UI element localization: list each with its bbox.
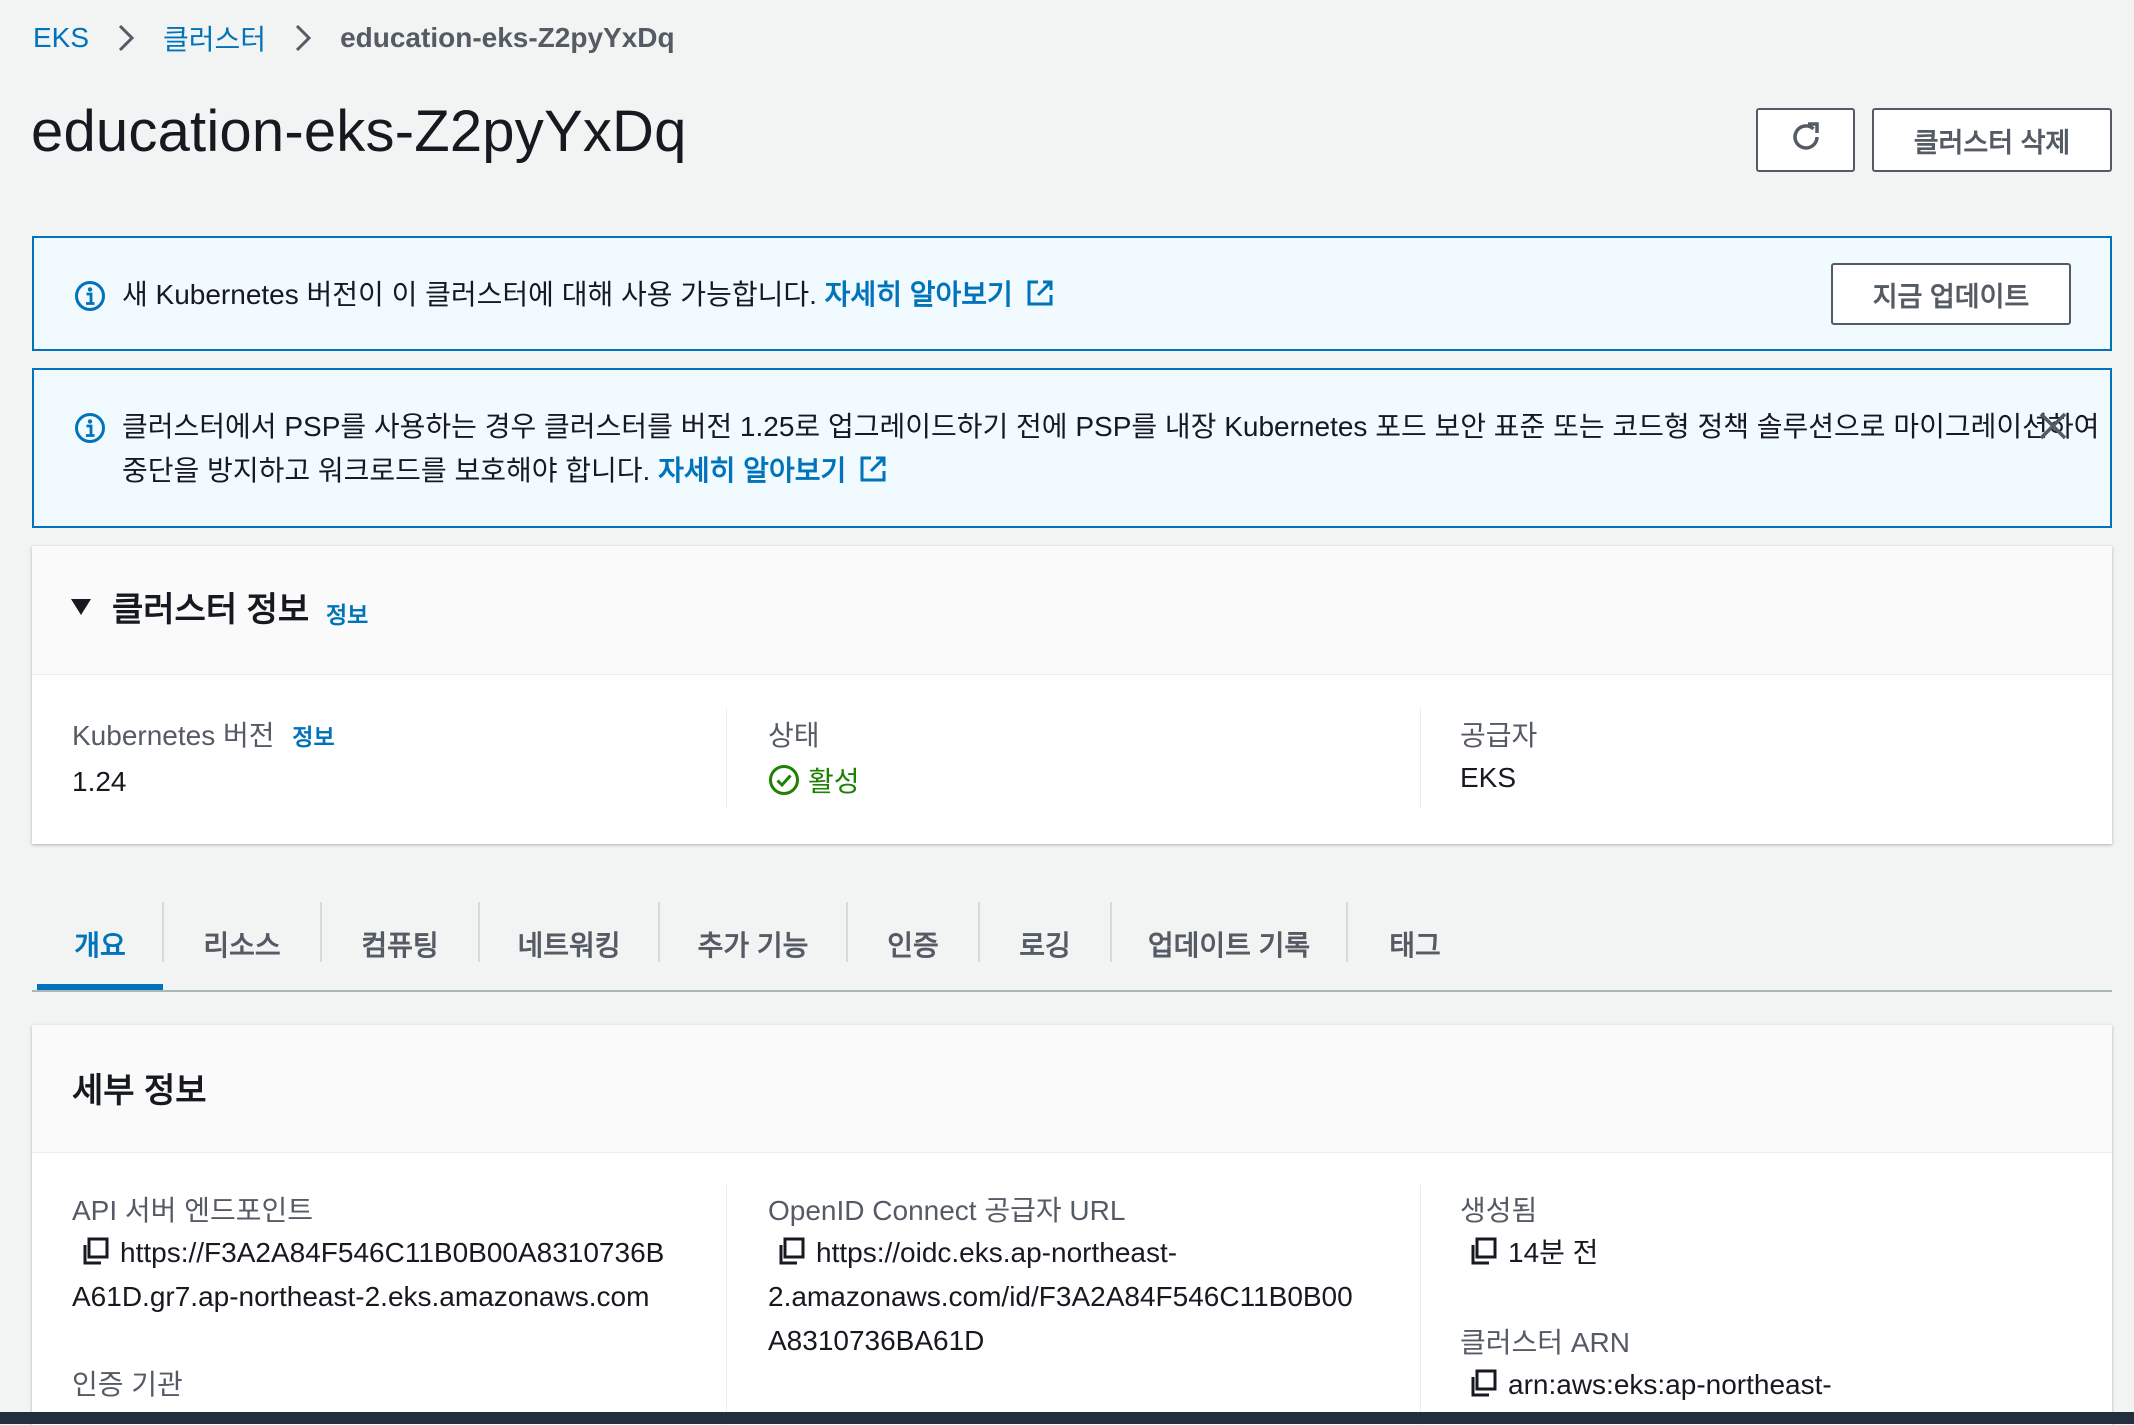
alert-message: 새 Kubernetes 버전이 이 클러스터에 대해 사용 가능합니다. [122, 279, 817, 310]
api-endpoint-label: API 서버 엔드포인트 [72, 1195, 314, 1226]
info-icon [74, 412, 106, 449]
chevron-right-icon [113, 18, 139, 58]
oidc-url-value: https://oidc.eks.ap-northeast- 2.amazona… [768, 1235, 1353, 1356]
cluster-arn-value: arn:aws:eks:ap-northeast- [1460, 1363, 1832, 1407]
tab-add-ons[interactable]: 추가 기능 [660, 898, 846, 990]
cluster-info-panel: 클러스터 정보 정보 Kubernetes 버전 정보 1.24 상태 활성 공… [32, 546, 2112, 844]
certificate-authority-label: 인증 기관 [72, 1369, 183, 1400]
divider [726, 708, 727, 808]
k8s-version-label: Kubernetes 버전 정보 [72, 720, 335, 751]
refresh-icon [1788, 119, 1824, 162]
details-panel: 세부 정보 API 서버 엔드포인트 https://F3A2A84F546C1… [32, 1025, 2112, 1425]
breadcrumb-eks-link[interactable]: EKS [33, 22, 89, 54]
bottom-bar [0, 1412, 2134, 1424]
status-label: 상태 [768, 720, 820, 751]
info-link[interactable]: 정보 [326, 596, 368, 630]
cluster-info-header: 클러스터 정보 정보 [32, 546, 2112, 675]
status-badge: 활성 [768, 760, 860, 800]
tab-compute[interactable]: 컴퓨팅 [322, 898, 478, 990]
copy-icon[interactable] [80, 1235, 110, 1265]
external-link-icon [854, 455, 888, 486]
created-label: 생성됨 [1460, 1195, 1538, 1226]
delete-cluster-button[interactable]: 클러스터 삭제 [1872, 108, 2112, 172]
tab-resources[interactable]: 리소스 [164, 898, 320, 990]
psp-alert: 클러스터에서 PSP를 사용하는 경우 클러스터를 버전 1.25로 업그레이드… [32, 368, 2112, 528]
breadcrumb-current: education-eks-Z2pyYxDq [340, 22, 675, 53]
divider [1420, 708, 1421, 808]
breadcrumb: EKS 클러스터 education-eks-Z2pyYxDq [33, 18, 675, 58]
oidc-url-label: OpenID Connect 공급자 URL [768, 1195, 1126, 1226]
external-link-icon [1021, 279, 1055, 310]
tab-tags[interactable]: 태그 [1348, 898, 1482, 990]
tab-overview[interactable]: 개요 [37, 898, 163, 990]
k8s-update-alert: 새 Kubernetes 버전이 이 클러스터에 대해 사용 가능합니다. 자세… [32, 236, 2112, 351]
check-circle-icon [768, 764, 808, 796]
cluster-arn-label: 클러스터 ARN [1460, 1327, 1630, 1358]
section-title: 세부 정보 [72, 1072, 207, 1110]
details-header: 세부 정보 [32, 1025, 2112, 1153]
copy-icon[interactable] [776, 1235, 806, 1265]
tab-networking[interactable]: 네트워킹 [480, 898, 658, 990]
learn-more-link[interactable]: 자세히 알아보기 [825, 279, 1055, 310]
section-title: 클러스터 정보 [112, 591, 310, 629]
active-tab-indicator [37, 984, 163, 990]
k8s-version-value: 1.24 [72, 766, 127, 797]
api-endpoint-value: https://F3A2A84F546C11B0B00A8310736B A61… [72, 1235, 665, 1312]
page-title: education-eks-Z2pyYxDq [31, 99, 687, 164]
info-icon [74, 280, 106, 317]
chevron-right-icon [290, 18, 316, 58]
info-link[interactable]: 정보 [292, 724, 334, 750]
caret-down-icon[interactable] [70, 598, 92, 621]
provider-label: 공급자 [1460, 720, 1538, 751]
divider [726, 1185, 727, 1425]
update-now-button[interactable]: 지금 업데이트 [1831, 263, 2071, 325]
tab-authentication[interactable]: 인증 [848, 898, 978, 990]
provider-value: EKS [1460, 762, 1517, 793]
copy-icon[interactable] [1468, 1235, 1498, 1265]
copy-icon[interactable] [1468, 1367, 1498, 1397]
tab-logging[interactable]: 로깅 [980, 898, 1110, 990]
alert-message-line1: 클러스터에서 PSP를 사용하는 경우 클러스터를 버전 1.25로 업그레이드… [122, 411, 2100, 442]
breadcrumb-clusters-link[interactable]: 클러스터 [163, 18, 266, 58]
created-value: 14분 전 [1460, 1231, 1598, 1275]
alert-message-line2: 중단을 방지하고 워크로드를 보호해야 합니다. [122, 455, 651, 486]
close-icon[interactable] [2037, 410, 2069, 447]
refresh-button[interactable] [1756, 108, 1855, 172]
divider [1420, 1185, 1421, 1425]
tab-bar: 개요 리소스 컴퓨팅 네트워킹 추가 기능 인증 로깅 업데이트 기록 태그 [32, 898, 2112, 992]
tab-update-history[interactable]: 업데이트 기록 [1112, 898, 1346, 990]
learn-more-link[interactable]: 자세히 알아보기 [658, 455, 888, 486]
